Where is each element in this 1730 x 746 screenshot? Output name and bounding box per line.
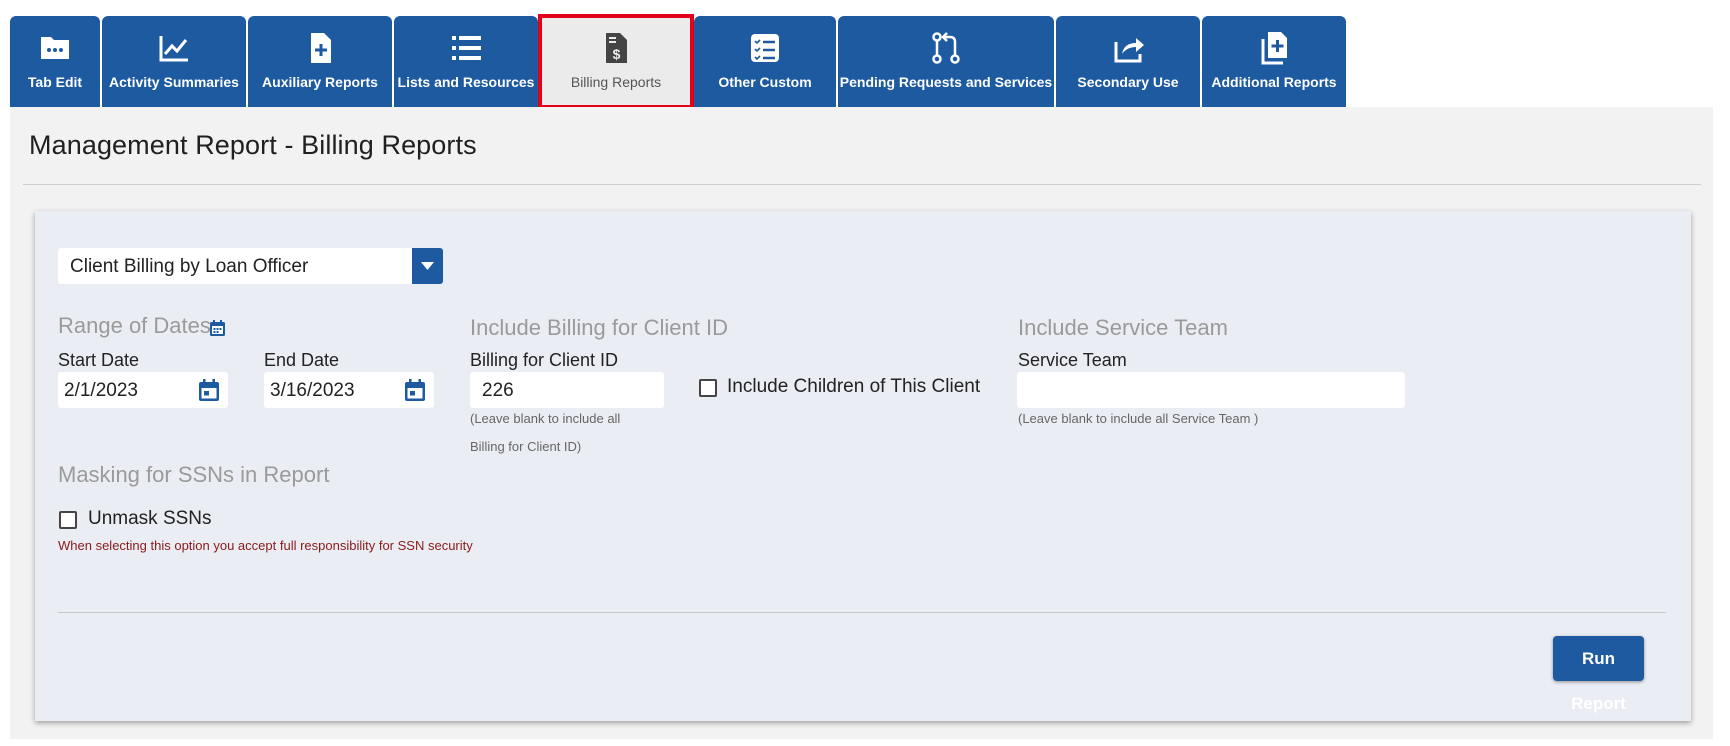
- tab-secondary-use[interactable]: Secondary Use: [1056, 16, 1200, 107]
- tab-label: Billing Reports: [570, 74, 662, 90]
- tab-label: Tab Edit: [27, 74, 83, 90]
- tab-additional-reports[interactable]: Additional Reports: [1202, 16, 1346, 107]
- dropdown-button[interactable]: [412, 248, 443, 284]
- divider: [23, 184, 1701, 185]
- tab-label: Lists and Resources: [397, 74, 535, 90]
- client-id-value: 226: [482, 380, 514, 401]
- page-title: Management Report - Billing Reports: [29, 130, 477, 160]
- svg-text:$: $: [613, 46, 621, 62]
- service-team-label: Service Team: [1018, 350, 1127, 370]
- report-type-select[interactable]: Client Billing by Loan Officer: [58, 248, 443, 284]
- share-icon: [1108, 28, 1148, 68]
- tab-billing-reports[interactable]: $ Billing Reports: [538, 14, 694, 109]
- calendar-icon[interactable]: [198, 379, 220, 407]
- file-dollar-icon: $: [596, 28, 636, 68]
- client-id-label: Billing for Client ID: [470, 350, 619, 370]
- service-team-field[interactable]: [1017, 372, 1405, 408]
- tab-other-custom[interactable]: Other Custom: [694, 16, 836, 107]
- unmask-ssns-checkbox[interactable]: [59, 511, 77, 529]
- end-date-value: 3/16/2023: [270, 380, 355, 401]
- tab-auxiliary-reports[interactable]: Auxiliary Reports: [248, 16, 392, 107]
- tab-label: Additional Reports: [1211, 74, 1337, 90]
- start-date-label: Start Date: [58, 350, 140, 370]
- tab-label: Activity Summaries: [109, 74, 239, 90]
- tab-pending-requests-and-services[interactable]: Pending Requests and Services: [838, 16, 1054, 107]
- client-id-hint: (Leave blank to include all Billing for …: [470, 405, 620, 461]
- report-form-card: Client Billing by Loan Officer Range of …: [35, 211, 1691, 721]
- client-id-heading: Include Billing for Client ID: [470, 315, 729, 340]
- run-report-button[interactable]: Run Report: [1553, 636, 1644, 713]
- include-children-checkbox[interactable]: [699, 379, 717, 397]
- unmask-ssns-label: Unmask SSNs: [88, 508, 212, 529]
- pull-request-icon: [926, 28, 966, 68]
- include-children-label: Include Children of This Client: [727, 376, 981, 397]
- report-tab-bar: Tab Edit Activity Summaries Auxiliary Re…: [10, 14, 1348, 109]
- report-type-value: Client Billing by Loan Officer: [70, 256, 309, 277]
- tab-tab-edit[interactable]: Tab Edit: [10, 16, 100, 107]
- tab-lists-and-resources[interactable]: Lists and Resources: [394, 16, 538, 107]
- report-page: Management Report - Billing Reports Clie…: [10, 107, 1713, 739]
- calendar-icon[interactable]: [404, 379, 426, 407]
- tab-label: Auxiliary Reports: [262, 74, 378, 90]
- service-team-hint: (Leave blank to include all Service Team…: [1018, 411, 1259, 426]
- divider: [58, 612, 1666, 613]
- ssn-masking-heading: Masking for SSNs in Report: [58, 462, 330, 487]
- end-date-label: End Date: [264, 350, 340, 370]
- list-icon: [446, 28, 486, 68]
- ssn-warning-text: When selecting this option you accept fu…: [58, 538, 473, 553]
- start-date-value: 2/1/2023: [64, 380, 138, 401]
- tab-label: Other Custom: [718, 74, 812, 90]
- file-plus-icon: [300, 28, 340, 68]
- checklist-icon: [745, 28, 785, 68]
- tab-label: Secondary Use: [1077, 74, 1179, 90]
- hint-line: (Leave blank to include all: [470, 411, 621, 426]
- line-chart-icon: [154, 28, 194, 68]
- calendar-icon[interactable]: [210, 320, 225, 341]
- start-date-field[interactable]: 2/1/2023: [58, 372, 228, 408]
- tab-activity-summaries[interactable]: Activity Summaries: [102, 16, 246, 107]
- copy-plus-icon: [1254, 28, 1294, 68]
- tab-label: Pending Requests and Services: [839, 74, 1053, 90]
- service-team-heading: Include Service Team: [1018, 315, 1228, 340]
- caret-down-icon: [421, 262, 434, 270]
- end-date-field[interactable]: 3/16/2023: [264, 372, 434, 408]
- hint-line: Billing for Client ID): [470, 439, 582, 454]
- range-of-dates-heading: Range of Dates: [58, 313, 211, 338]
- client-id-field[interactable]: 226: [470, 372, 664, 408]
- folder-icon: [35, 28, 75, 68]
